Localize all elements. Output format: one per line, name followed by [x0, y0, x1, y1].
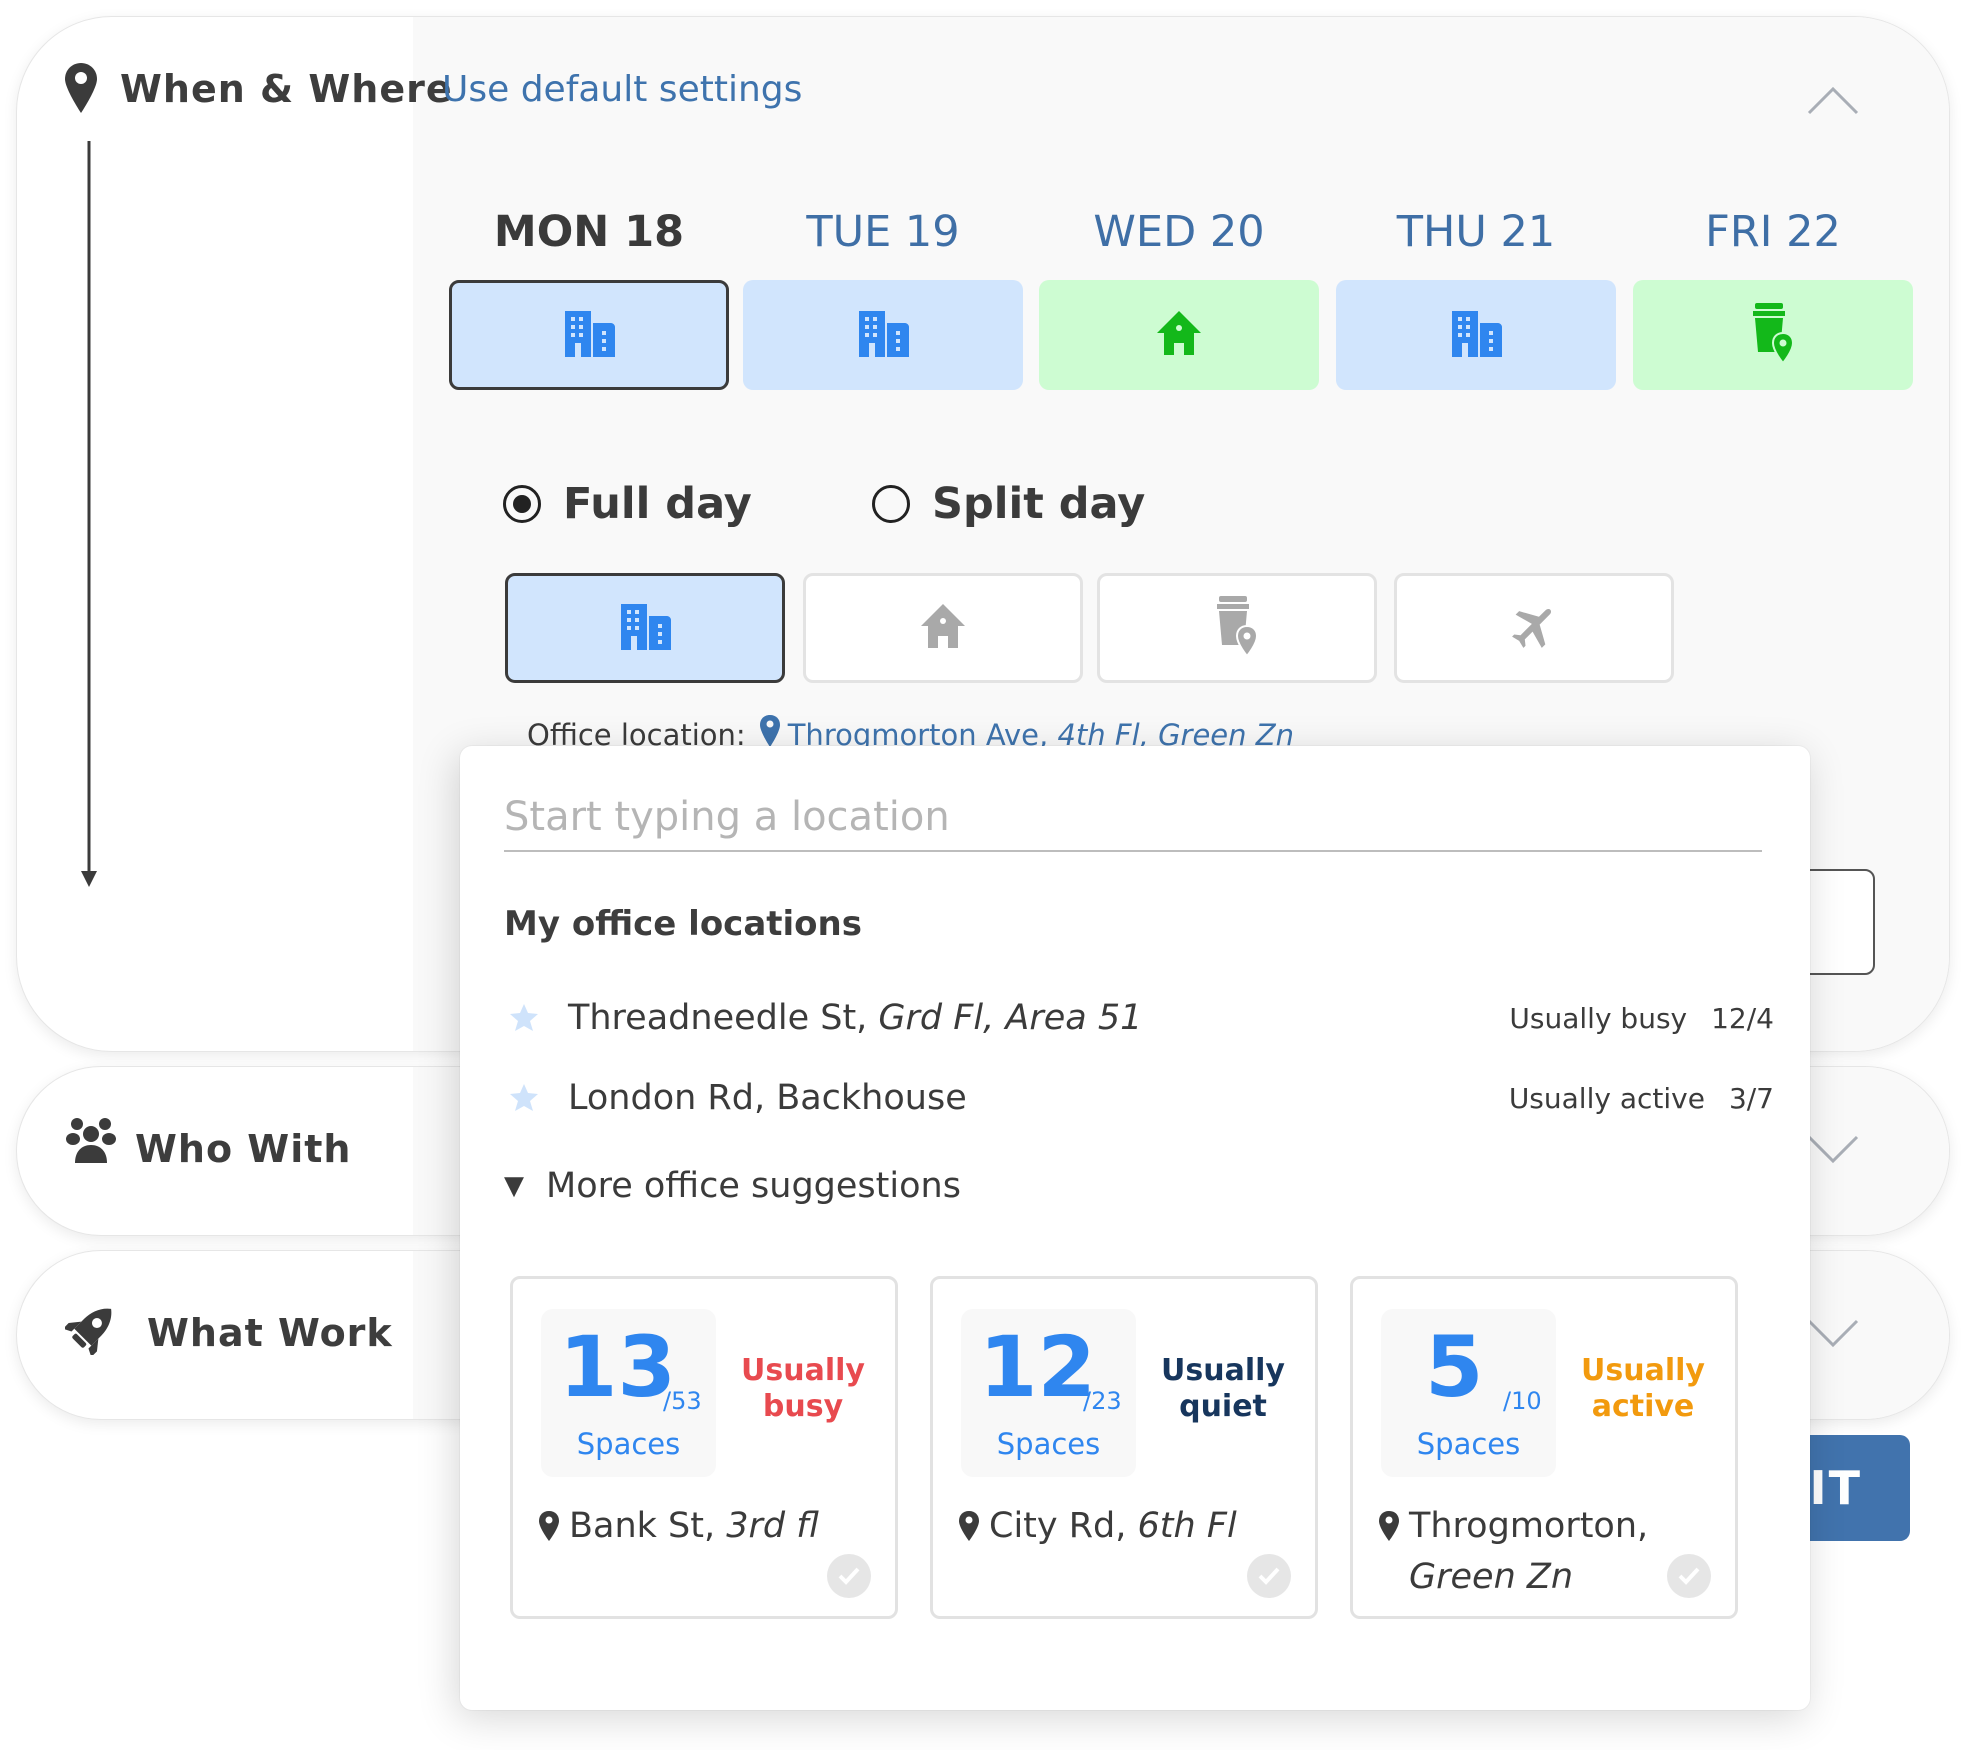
office-building-icon	[563, 309, 615, 361]
busyness-status: Usually busy	[741, 1353, 865, 1424]
section-title-when-where: When & Where	[120, 67, 453, 111]
available-count: 13	[559, 1318, 676, 1416]
day-label-fri: FRI 22	[1705, 207, 1841, 257]
location-picker-popup: My office locations Threadneedle St, Grd…	[460, 746, 1810, 1710]
location-count: 3/7	[1728, 1081, 1774, 1115]
total-count: /10	[1503, 1387, 1542, 1415]
more-office-suggestions-label: More office suggestions	[546, 1166, 961, 1206]
office-building-icon	[1450, 309, 1502, 361]
home-icon	[919, 602, 967, 654]
availability-stat: 5 /10 Spaces	[1381, 1309, 1556, 1477]
location-busyness: Usually busy	[1509, 1001, 1688, 1035]
more-office-suggestions-toggle[interactable]: ▼ More office suggestions	[504, 1166, 961, 1206]
use-default-settings-link[interactable]: Use default settings	[442, 69, 802, 110]
busyness-status: Usually active	[1581, 1353, 1705, 1424]
radio-circle-checked[interactable]	[503, 485, 541, 523]
office-building-icon	[857, 309, 909, 361]
my-office-locations-heading: My office locations	[504, 904, 862, 944]
day-label-tue: TUE 19	[806, 207, 960, 257]
rocket-icon	[63, 1301, 119, 1359]
check-icon[interactable]	[827, 1554, 871, 1598]
day-label-thu: THU 21	[1396, 207, 1556, 257]
expand-chevron-down-icon[interactable]	[1807, 1135, 1859, 1169]
suggestion-card[interactable]: 5 /10 Spaces Usually active Throgmorton, G…	[1350, 1276, 1738, 1619]
work-mode-home[interactable]	[803, 573, 1083, 683]
section-title-what-work: What Work	[147, 1311, 393, 1355]
coffee-location-icon	[1215, 596, 1259, 660]
triangle-down-icon: ▼	[504, 1171, 524, 1201]
total-count: /53	[663, 1387, 702, 1415]
total-count: /23	[1083, 1387, 1122, 1415]
day-tile-thu[interactable]	[1336, 280, 1616, 390]
office-building-icon	[619, 602, 671, 654]
location-pin-icon	[65, 63, 97, 117]
location-pin-icon	[539, 1501, 559, 1556]
timeline-arrow	[79, 141, 99, 895]
day-label-mon: MON 18	[493, 207, 685, 257]
suggestion-card[interactable]: 12 /23 Spaces Usually quiet City Rd, 6th …	[930, 1276, 1318, 1619]
work-mode-coffee[interactable]	[1097, 573, 1377, 683]
radio-full-day[interactable]: Full day	[503, 479, 752, 529]
location-search-input[interactable]	[504, 784, 1762, 852]
suggestion-address: Throgmorton, Green Zn	[1379, 1501, 1648, 1603]
airplane-icon	[1509, 601, 1559, 655]
radio-label-split-day: Split day	[932, 479, 1146, 529]
work-mode-office[interactable]	[505, 573, 785, 683]
people-group-icon	[65, 1117, 117, 1169]
suggestion-address: Bank St, 3rd fl	[539, 1501, 819, 1556]
check-icon[interactable]	[1247, 1554, 1291, 1598]
day-label-wed: WED 20	[1093, 207, 1265, 257]
star-icon[interactable]	[504, 1003, 544, 1033]
day-tile-tue[interactable]	[743, 280, 1023, 390]
availability-stat: 13 /53 Spaces	[541, 1309, 716, 1477]
spaces-label: Spaces	[1416, 1427, 1521, 1461]
star-icon[interactable]	[504, 1083, 544, 1113]
available-count: 12	[979, 1318, 1096, 1416]
location-count: 12/4	[1711, 1001, 1774, 1035]
day-tile-wed[interactable]	[1039, 280, 1319, 390]
collapse-chevron-up-icon[interactable]	[1807, 85, 1859, 119]
location-name: London Rd, Backhouse	[568, 1078, 967, 1118]
day-tile-mon[interactable]	[449, 280, 729, 390]
location-pin-icon	[959, 1501, 979, 1556]
check-icon[interactable]	[1667, 1554, 1711, 1598]
expand-chevron-down-icon[interactable]	[1807, 1319, 1859, 1353]
radio-circle-unchecked[interactable]	[872, 485, 910, 523]
radio-split-day[interactable]: Split day	[872, 479, 1145, 529]
available-count: 5	[1425, 1318, 1484, 1416]
my-location-item[interactable]: Threadneedle St, Grd Fl, Area 51 Usually…	[504, 988, 1774, 1048]
suggestion-card[interactable]: 13 /53 Spaces Usually busy Bank St, 3rd f…	[510, 1276, 898, 1619]
location-name: Threadneedle St, Grd Fl, Area 51	[568, 998, 1143, 1038]
suggestion-address: City Rd, 6th Fl	[959, 1501, 1237, 1556]
section-title-who-with: Who With	[135, 1127, 352, 1171]
spaces-label: Spaces	[996, 1427, 1101, 1461]
spaces-label: Spaces	[576, 1427, 681, 1461]
my-location-item[interactable]: London Rd, Backhouse Usually active 3/7	[504, 1068, 1774, 1128]
radio-label-full-day: Full day	[563, 479, 752, 529]
work-mode-travel[interactable]	[1394, 573, 1674, 683]
location-busyness: Usually active	[1508, 1081, 1705, 1115]
busyness-status: Usually quiet	[1161, 1353, 1285, 1424]
home-icon	[1155, 309, 1203, 361]
location-pin-icon	[1379, 1501, 1399, 1603]
coffee-location-icon	[1751, 303, 1795, 367]
availability-stat: 12 /23 Spaces	[961, 1309, 1136, 1477]
day-tile-fri[interactable]	[1633, 280, 1913, 390]
